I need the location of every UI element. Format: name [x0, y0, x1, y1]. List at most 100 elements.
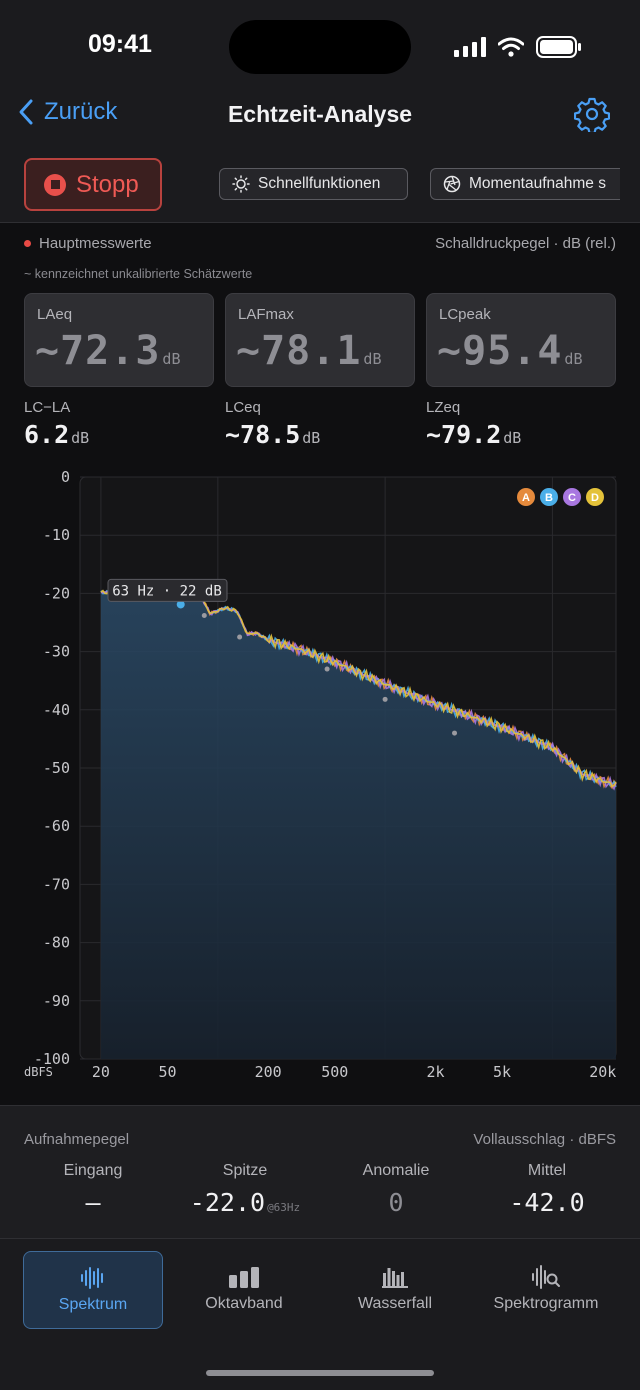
- tab-bar: Spektrum Oktavband Wasserfall Spektrogra…: [0, 1238, 640, 1390]
- page-title: Echtzeit-Analyse: [227, 101, 413, 127]
- metric-card-laeq: LAeq ~72.3 dB: [24, 293, 214, 387]
- tab-spectrogram[interactable]: Spektrogramm: [476, 1251, 616, 1329]
- metric-label: LAeq: [37, 306, 73, 323]
- dynamic-island: [229, 20, 411, 74]
- sub-metric-label: LC−LA: [24, 399, 71, 416]
- tooltip-label: 63 Hz · 22 dB: [112, 583, 222, 599]
- legend-label-a: A: [522, 492, 530, 504]
- stop-icon: [44, 173, 66, 196]
- stop-label: Stopp: [76, 170, 139, 198]
- level-value: -22.0 @63Hz: [189, 1188, 301, 1217]
- y-tick-label: -30: [43, 643, 70, 661]
- bars-icon: [229, 1267, 259, 1288]
- recording-level-title: Aufnahmepegel: [24, 1131, 130, 1148]
- y-tick-label: -60: [43, 817, 70, 835]
- x-tick-label: 500: [321, 1063, 348, 1081]
- quick-functions-label: Schnellfunktionen: [258, 175, 381, 192]
- level-input: Eingang –: [18, 1162, 168, 1217]
- y-tick-label: -20: [43, 584, 70, 602]
- peak-dot: [452, 730, 458, 736]
- tab-spectrum[interactable]: Spektrum: [23, 1251, 163, 1329]
- gear-icon: [573, 97, 611, 135]
- metric-card-lcpeak: LCpeak ~95.4 dB: [426, 293, 616, 387]
- level-mean: Mittel -42.0: [472, 1162, 622, 1217]
- recording-dot-icon: [24, 240, 31, 247]
- y-tick-label: -80: [43, 934, 70, 952]
- recording-level-panel: Aufnahmepegel Vollausschlag · dBFS Einga…: [0, 1105, 640, 1238]
- sub-metric-value: 6.2 dB: [24, 420, 90, 449]
- level-value: –: [85, 1188, 101, 1217]
- legend-label-d: D: [591, 492, 599, 504]
- x-tick-label: 2k: [426, 1063, 444, 1081]
- level-value: 0: [388, 1188, 404, 1217]
- level-label: Anomalie: [362, 1162, 430, 1179]
- y-tick-label: -70: [43, 875, 70, 893]
- y-tick-label: -50: [43, 759, 70, 777]
- y-tick-label: -90: [43, 992, 70, 1010]
- metric-label: LAFmax: [238, 306, 294, 323]
- y-tick-label: 0: [61, 468, 70, 486]
- x-tick-label: 50: [158, 1063, 176, 1081]
- recording-level-unit: Vollausschlag · dBFS: [473, 1131, 616, 1148]
- main-values-heading: Hauptmesswerte: [24, 235, 152, 252]
- tab-label: Spektrum: [58, 1296, 128, 1313]
- navigation-bar: Zurück Echtzeit-Analyse: [0, 90, 640, 140]
- battery-icon: [536, 36, 581, 58]
- metric-value: ~78.1 dB: [236, 328, 382, 374]
- legend-label-b: B: [545, 492, 553, 504]
- uncalibrated-note: ~ kennzeichnet unkalibrierte Schätzwerte: [24, 267, 253, 281]
- toolbar: Stopp Schnellfunktionen Momentaufnahme s: [0, 156, 640, 216]
- main-values-heading-label: Hauptmesswerte: [39, 235, 152, 252]
- status-bar: 09:41: [0, 0, 640, 90]
- histogram-icon: [382, 1268, 408, 1288]
- snapshot-label: Momentaufnahme s: [469, 175, 606, 192]
- cellular-signal-icon: [454, 37, 486, 57]
- metric-value: ~95.4 dB: [437, 328, 583, 374]
- aperture-icon: [443, 175, 461, 193]
- peak-dot: [237, 634, 243, 640]
- level-value: -42.0: [509, 1188, 585, 1217]
- snapshot-button[interactable]: Momentaufnahme s: [430, 168, 620, 200]
- status-time: 09:41: [88, 30, 152, 58]
- y-tick-label: -40: [43, 701, 70, 719]
- settings-button[interactable]: [573, 96, 611, 137]
- sub-metric-lzeq: LZeq ~79.2 dB: [426, 399, 616, 449]
- sub-metric-label: LCeq: [225, 399, 261, 416]
- quick-functions-button[interactable]: Schnellfunktionen: [219, 168, 408, 200]
- x-tick-label: 5k: [493, 1063, 511, 1081]
- sub-metric-lceq: LCeq ~78.5 dB: [225, 399, 415, 449]
- tab-label: Wasserfall: [357, 1295, 433, 1312]
- level-label: Mittel: [527, 1162, 567, 1179]
- sub-metric-value: ~78.5 dB: [225, 420, 321, 449]
- level-anomaly: Anomalie 0: [321, 1162, 471, 1217]
- peak-dot: [382, 696, 388, 702]
- x-tick-label: 200: [255, 1063, 282, 1081]
- sub-metric-value: ~79.2 dB: [426, 420, 522, 449]
- level-label: Eingang: [63, 1162, 123, 1179]
- stop-button[interactable]: Stopp: [24, 158, 162, 211]
- y-unit-label: dBFS: [24, 1065, 53, 1079]
- sun-icon: [232, 175, 250, 193]
- level-peak: Spitze -22.0 @63Hz: [170, 1162, 320, 1217]
- metric-label: LCpeak: [439, 306, 491, 323]
- sub-metric-label: LZeq: [426, 399, 461, 416]
- level-label: Spitze: [222, 1162, 268, 1179]
- analysis-panel: Hauptmesswerte Schalldruckpegel · dB (re…: [0, 223, 640, 1105]
- waveform-search-icon: [532, 1265, 560, 1289]
- tab-label: Spektrogramm: [493, 1295, 599, 1312]
- y-tick-label: -10: [43, 526, 70, 544]
- peak-dot: [324, 666, 330, 672]
- x-tick-label: 20: [92, 1063, 110, 1081]
- tab-octave-band[interactable]: Oktavband: [174, 1251, 314, 1329]
- waveform-icon: [81, 1267, 103, 1289]
- spl-unit-label: Schalldruckpegel · dB (rel.): [435, 235, 616, 252]
- home-indicator[interactable]: [206, 1370, 434, 1376]
- metric-value: ~72.3 dB: [35, 328, 181, 374]
- tab-waterfall[interactable]: Wasserfall: [325, 1251, 465, 1329]
- peak-dot: [201, 613, 207, 619]
- spectrum-chart[interactable]: 0-10-20-30-40-50-60-70-80-90-10020 50 200 5…: [0, 463, 640, 1083]
- legend-label-c: C: [568, 492, 576, 504]
- wifi-icon: [498, 37, 524, 57]
- tab-label: Oktavband: [205, 1295, 283, 1312]
- sub-metric-lc-la: LC−LA 6.2 dB: [24, 399, 214, 449]
